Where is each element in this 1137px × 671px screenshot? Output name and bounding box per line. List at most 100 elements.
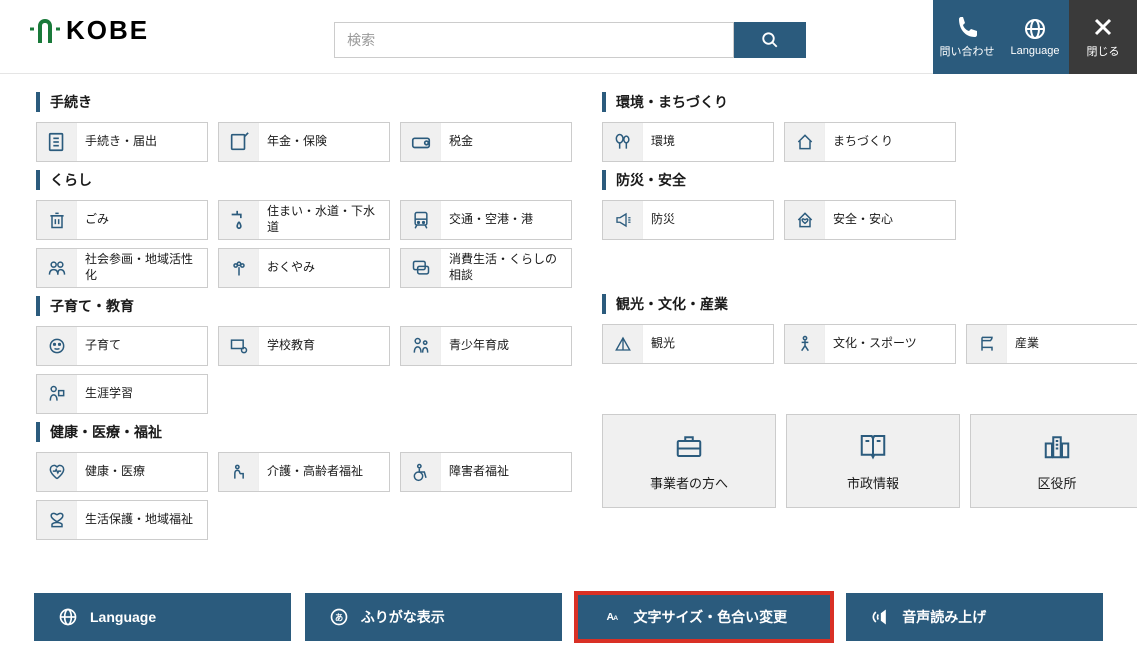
footer: Language あ ふりがな表示 AA 文字サイズ・色合い変更 音声読み上げ: [34, 593, 1103, 641]
card-kotsu[interactable]: 交通・空港・港: [400, 200, 572, 240]
textsize-icon: AA: [600, 608, 622, 626]
card-label: 健康・医療: [77, 464, 153, 480]
card-label: 防災: [643, 212, 683, 228]
sports-icon: [795, 334, 815, 354]
card-bunka[interactable]: 文化・スポーツ: [784, 324, 956, 364]
search-icon: [761, 31, 779, 49]
card-kosodate[interactable]: 子育て: [36, 326, 208, 366]
section-title-kurashi: くらし: [36, 170, 572, 190]
learning-icon: [47, 384, 67, 404]
search-box: [334, 22, 806, 58]
welfare-icon: [47, 510, 67, 530]
card-gomi[interactable]: ごみ: [36, 200, 208, 240]
card-kankyo[interactable]: 環境: [602, 122, 774, 162]
logo[interactable]: KOBE: [30, 15, 149, 46]
card-sumai[interactable]: 住まい・水道・下水道: [218, 200, 390, 240]
card-zeikin[interactable]: 税金: [400, 122, 572, 162]
section-title-kosodate: 子育て・教育: [36, 296, 572, 316]
card-anzen[interactable]: 安全・安心: [784, 200, 956, 240]
card-tetsuzuki[interactable]: 手続き・届出: [36, 122, 208, 162]
book-icon: [855, 431, 891, 461]
card-label: 介護・高齢者福祉: [259, 464, 371, 480]
card-gakko[interactable]: 学校教育: [218, 326, 390, 366]
card-label: 生活保護・地域福祉: [77, 512, 201, 528]
logo-text: KOBE: [66, 15, 149, 46]
close-label: 閉じる: [1087, 43, 1120, 59]
wheelchair-icon: [411, 462, 431, 482]
card-label: 障害者福祉: [441, 464, 517, 480]
section-title-kanko: 観光・文化・産業: [602, 294, 1137, 314]
card-label: 環境: [643, 134, 683, 150]
card-kenko[interactable]: 健康・医療: [36, 452, 208, 492]
house-icon: [795, 132, 815, 152]
card-seishonen[interactable]: 青少年育成: [400, 326, 572, 366]
card-label: 税金: [441, 134, 481, 150]
card-machi[interactable]: まちづくり: [784, 122, 956, 162]
water-icon: [228, 209, 250, 231]
card-label: 生涯学習: [77, 386, 141, 402]
pension-icon: [228, 131, 250, 153]
card-label: おくやみ: [259, 260, 323, 276]
card-shakai[interactable]: 社会参画・地域活性化: [36, 248, 208, 288]
search-button[interactable]: [734, 22, 806, 58]
header: KOBE 問い合わせ Language 閉じる: [0, 0, 1137, 74]
card-label: 文化・スポーツ: [825, 336, 925, 352]
train-icon: [411, 210, 431, 230]
globe-icon: [1023, 17, 1047, 41]
card-nenkin[interactable]: 年金・保険: [218, 122, 390, 162]
footer-textsize-button[interactable]: AA 文字サイズ・色合い変更: [576, 593, 833, 641]
card-label: まちづくり: [825, 134, 901, 150]
card-label: 年金・保険: [259, 134, 335, 150]
card-label: 社会参画・地域活性化: [77, 252, 207, 283]
big-card-row: 事業者の方へ 市政情報 区役所: [602, 414, 1137, 508]
card-kaigo[interactable]: 介護・高齢者福祉: [218, 452, 390, 492]
contact-label: 問い合わせ: [940, 43, 995, 59]
card-label: 交通・空港・港: [441, 212, 541, 228]
building-icon: [1039, 431, 1075, 461]
card-label: 観光: [643, 336, 683, 352]
card-sangyo[interactable]: 産業: [966, 324, 1137, 364]
card-kanko[interactable]: 観光: [602, 324, 774, 364]
kobe-logo-icon: [30, 17, 60, 45]
section-title-kenko: 健康・医療・福祉: [36, 422, 572, 442]
card-bosai[interactable]: 防災: [602, 200, 774, 240]
close-icon: [1091, 15, 1115, 39]
footer-furigana-button[interactable]: あ ふりがな表示: [305, 593, 562, 641]
card-shogai[interactable]: 生涯学習: [36, 374, 208, 414]
right-column: 環境・まちづくり 環境 まちづくり 防災・安全 防災 安全・安心 観光・文化・産…: [602, 88, 1137, 548]
big-card-label: 市政情報: [847, 473, 899, 492]
tax-icon: [410, 131, 432, 153]
heart-icon: [47, 462, 67, 482]
card-label: 産業: [1007, 336, 1047, 352]
document-icon: [46, 131, 68, 153]
section-title-procedures: 手続き: [36, 92, 572, 112]
card-okuyami[interactable]: おくやみ: [218, 248, 390, 288]
close-button[interactable]: 閉じる: [1069, 0, 1137, 74]
footer-language-button[interactable]: Language: [34, 593, 291, 641]
phone-icon: [955, 15, 979, 39]
furigana-icon: あ: [329, 607, 349, 627]
footer-label: 文字サイズ・色合い変更: [634, 607, 788, 627]
footer-voice-button[interactable]: 音声読み上げ: [846, 593, 1103, 641]
big-card-label: 事業者の方へ: [650, 473, 728, 492]
big-card-shisei[interactable]: 市政情報: [786, 414, 960, 508]
flower-icon: [229, 258, 249, 278]
industry-icon: [977, 334, 997, 354]
card-label: 青少年育成: [441, 338, 517, 354]
big-card-jigyosha[interactable]: 事業者の方へ: [602, 414, 776, 508]
search-input[interactable]: [334, 22, 734, 58]
trash-icon: [47, 210, 67, 230]
card-seikatsu[interactable]: 生活保護・地域福祉: [36, 500, 208, 540]
header-actions: 問い合わせ Language 閉じる: [933, 0, 1137, 74]
language-button[interactable]: Language: [1001, 0, 1069, 74]
big-card-label: 区役所: [1037, 473, 1076, 492]
tent-icon: [613, 335, 633, 353]
card-label: 住まい・水道・下水道: [259, 204, 389, 235]
contact-button[interactable]: 問い合わせ: [933, 0, 1001, 74]
card-shohi[interactable]: 消費生活・くらしの相談: [400, 248, 572, 288]
card-shogaisha[interactable]: 障害者福祉: [400, 452, 572, 492]
card-label: 学校教育: [259, 338, 323, 354]
content: 手続き 手続き・届出 年金・保険 税金 くらし ごみ 住まい・水道・下水道 交通…: [0, 74, 1137, 548]
big-card-kuyakusho[interactable]: 区役所: [970, 414, 1137, 508]
safety-icon: [795, 210, 815, 230]
